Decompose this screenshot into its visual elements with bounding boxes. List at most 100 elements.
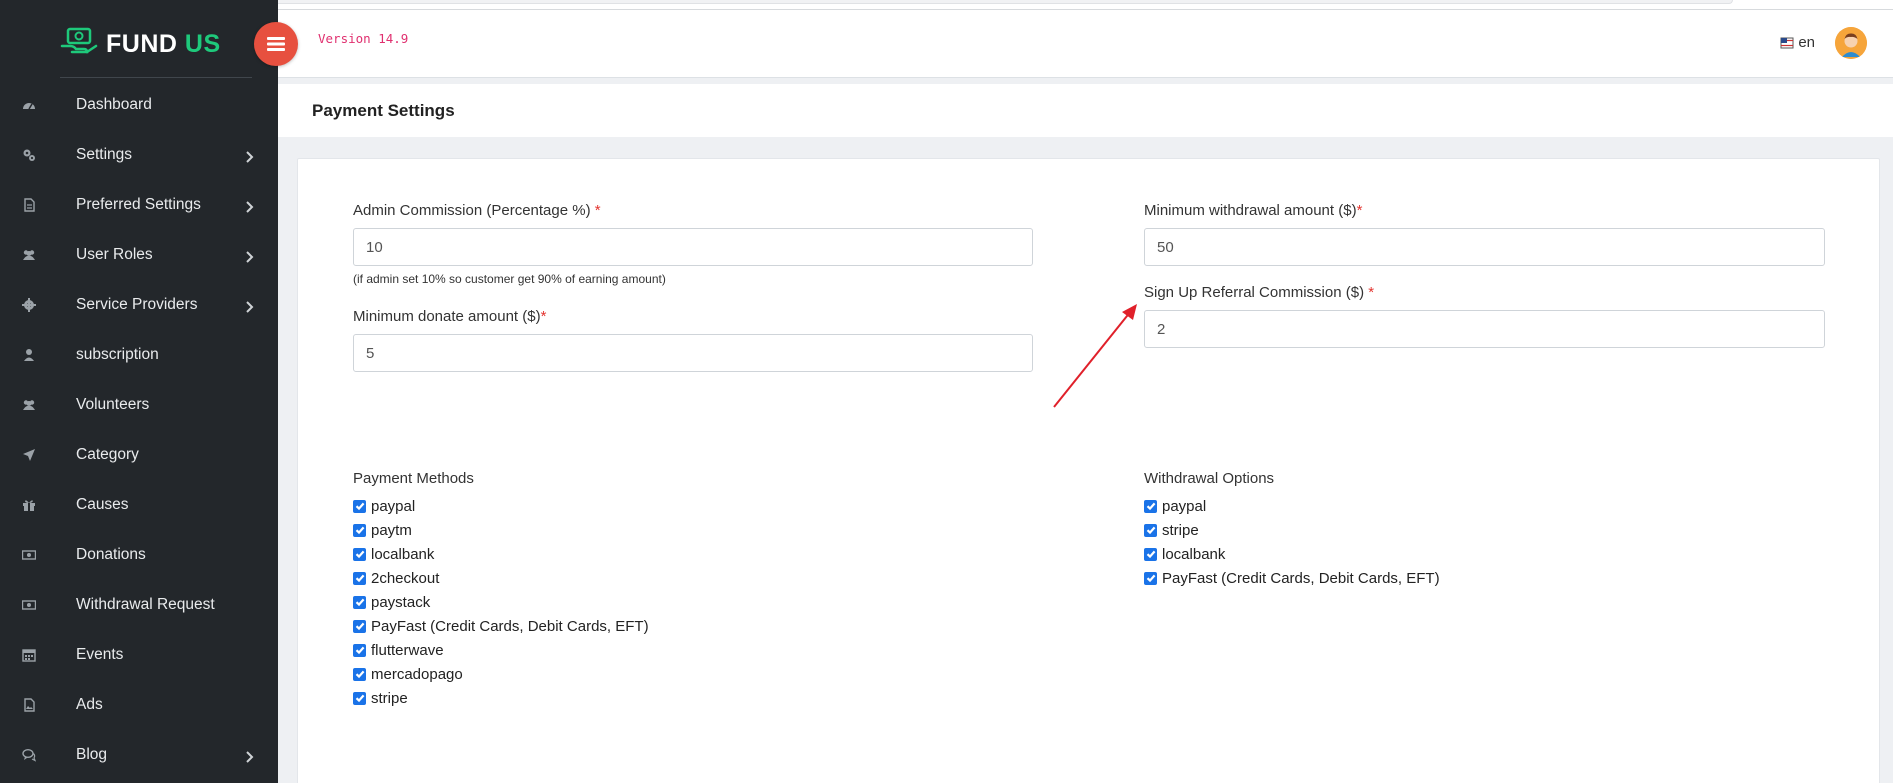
signup-referral-input[interactable] [1144,310,1825,348]
payment-method-option[interactable]: paypal [353,494,649,518]
checkmark-icon [1146,550,1155,559]
sidebar-item-label: subscription [76,346,159,363]
checkmark-icon [1146,574,1155,583]
payment-method-checkbox[interactable] [353,691,366,705]
chevron-right-icon [244,150,254,163]
money-icon [21,597,37,613]
chevron-right-icon [244,750,254,763]
chevron-right-icon [244,200,254,213]
comments-icon [21,747,37,763]
signup-referral-label: Sign Up Referral Commission ($) * [1144,284,1375,301]
browser-top-strip [0,0,1893,10]
withdrawal-option-option-label: localbank [1162,545,1226,563]
checkmark-icon [355,574,364,583]
sidebar-item-volunteers[interactable]: Volunteers [0,380,278,430]
sidebar-item-dashboard[interactable]: Dashboard [0,80,278,130]
sidebar-item-label: Preferred Settings [76,196,201,213]
admin-commission-input[interactable] [353,228,1033,266]
withdrawal-options-list: paypal stripe localbank PayFast (Credit Car… [1144,494,1440,590]
min-donate-input[interactable] [353,334,1033,372]
checkmark-icon [355,646,364,655]
sidebar-item-label: Category [76,446,139,463]
admin-commission-help: (if admin set 10% so customer get 90% of… [353,272,666,286]
top-bar: Version 14.9 en [278,10,1893,78]
payment-method-checkbox[interactable] [353,523,366,537]
withdrawal-option-checkbox[interactable] [1144,499,1157,513]
sidebar-item-blog[interactable]: Blog [0,730,278,780]
sidebar-item-subscription[interactable]: subscription [0,330,278,380]
payment-method-checkbox[interactable] [353,499,366,513]
payment-method-option[interactable]: paystack [353,590,649,614]
checkmark-icon [355,694,364,703]
calendar-icon [21,647,37,663]
menu-toggle-button[interactable] [254,22,298,66]
flag-icon [1780,37,1794,48]
version-label: Version 14.9 [318,31,409,46]
withdrawal-option-checkbox[interactable] [1144,523,1157,537]
payment-method-checkbox[interactable] [353,667,366,681]
address-bar-edge [110,0,1733,4]
sidebar-item-label: Donations [76,546,146,563]
sidebar-item-label: Settings [76,146,133,163]
withdrawal-option-checkbox[interactable] [1144,547,1157,561]
sidebar-item-service-providers[interactable]: Service Providers [0,280,278,330]
brand[interactable]: FUND US [0,0,278,78]
money-icon [21,547,37,563]
sidebar-item-category[interactable]: Category [0,430,278,480]
withdrawal-option-option[interactable]: localbank [1144,542,1440,566]
sidebar-item-user-roles[interactable]: User Roles [0,230,278,280]
sidebar-item-donations[interactable]: Donations [0,530,278,580]
dashboard-icon [21,97,37,113]
withdrawal-option-option[interactable]: paypal [1144,494,1440,518]
payment-method-checkbox[interactable] [353,571,366,585]
gears-icon [21,147,37,163]
sidebar-item-settings[interactable]: Settings [0,130,278,180]
admin-commission-label: Admin Commission (Percentage %) * [353,202,601,219]
withdrawal-option-option-label: paypal [1162,497,1207,515]
sidebar-item-causes[interactable]: Causes [0,480,278,530]
withdrawal-options-title: Withdrawal Options [1144,470,1275,487]
payment-method-option[interactable]: PayFast (Credit Cards, Debit Cards, EFT) [353,614,649,638]
sidebar: FUND US Dashboard Settings Preferred Setti… [0,0,278,783]
min-withdrawal-input[interactable] [1144,228,1825,266]
payment-method-checkbox[interactable] [353,595,366,609]
sidebar-item-label: Service Providers [76,296,198,313]
withdrawal-option-option[interactable]: stripe [1144,518,1440,542]
language-selector[interactable]: en [1780,34,1815,51]
payment-method-option[interactable]: flutterwave [353,638,649,662]
users-icon [21,247,37,263]
payment-method-checkbox[interactable] [353,643,366,657]
sidebar-nav: Dashboard Settings Preferred Settings User … [0,80,278,780]
user-icon [21,347,37,363]
payment-method-checkbox[interactable] [353,619,366,633]
payment-method-option-label: paypal [371,497,416,515]
language-code: en [1798,34,1815,51]
payment-method-option[interactable]: stripe [353,686,649,710]
payment-method-option[interactable]: localbank [353,542,649,566]
user-avatar[interactable] [1835,27,1867,59]
document-icon [21,197,37,213]
payment-method-option[interactable]: paytm [353,518,649,542]
sidebar-item-label: Events [76,646,124,663]
payment-method-option[interactable]: mercadopago [353,662,649,686]
checkmark-icon [355,598,364,607]
sidebar-item-withdrawal-request[interactable]: Withdrawal Request [0,580,278,630]
page-header: Payment Settings [278,84,1893,137]
sidebar-item-preferred-settings[interactable]: Preferred Settings [0,180,278,230]
users-icon [21,397,37,413]
payment-method-option[interactable]: 2checkout [353,566,649,590]
checkmark-icon [355,622,364,631]
annotation-arrow [1053,304,1137,408]
checkmark-icon [355,502,364,511]
gift-icon [21,497,37,513]
withdrawal-option-option[interactable]: PayFast (Credit Cards, Debit Cards, EFT) [1144,566,1440,590]
payment-settings-card: Admin Commission (Percentage %) * (if ad… [297,158,1880,783]
sidebar-item-ads[interactable]: Ads [0,680,278,730]
brand-divider [60,77,252,78]
sidebar-item-events[interactable]: Events [0,630,278,680]
checkmark-icon [355,526,364,535]
brand-name: FUND US [106,30,221,58]
withdrawal-option-checkbox[interactable] [1144,571,1157,585]
checkmark-icon [1146,526,1155,535]
payment-method-checkbox[interactable] [353,547,366,561]
